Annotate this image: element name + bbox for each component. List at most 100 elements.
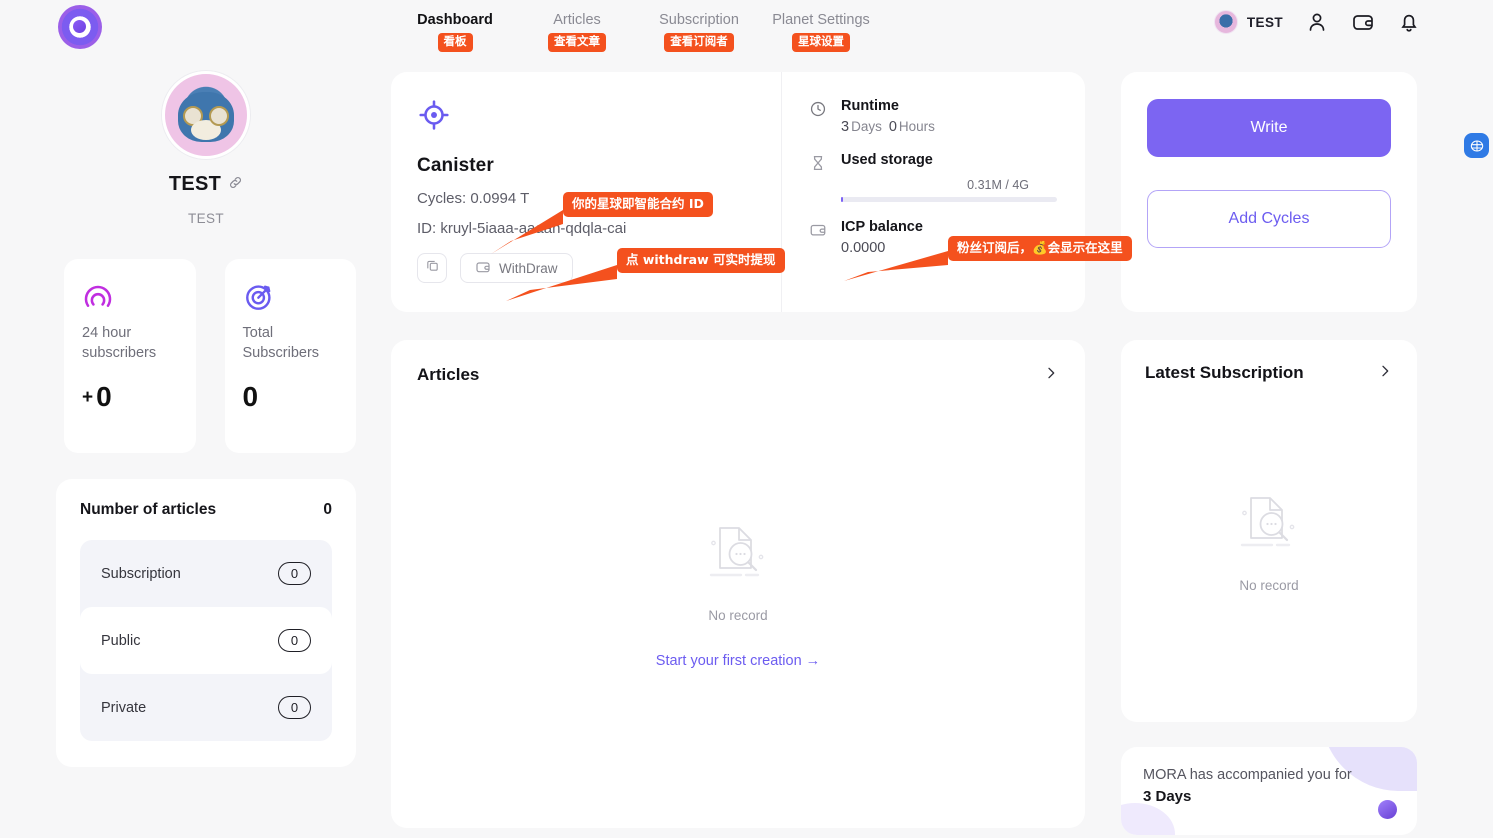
stat-number-24h: 0: [96, 381, 112, 412]
nav-item-planet-settings[interactable]: Planet Settings 星球设置: [760, 12, 882, 52]
nav-badge-articles: 查看文章: [548, 33, 606, 52]
actions-card: Write Add Cycles: [1121, 72, 1417, 312]
storage-row: Used storage 0.31M / 4G: [809, 152, 1057, 202]
subscription-empty-text: No record: [1239, 577, 1299, 593]
stat-card-24h-subscribers: 24 hour subscribers +0: [64, 259, 196, 453]
nav-label-planet-settings: Planet Settings: [772, 12, 870, 28]
article-type-count-private: 0: [278, 696, 311, 719]
list-item[interactable]: Subscription 0: [80, 540, 332, 607]
dashboard-page: Dashboard 看板 Articles 查看文章 Subscription …: [0, 0, 1493, 838]
profile-handle: TEST: [187, 211, 225, 226]
stat-cards: 24 hour subscribers +0 Total Subscribers…: [56, 259, 356, 453]
article-type-count-public: 0: [278, 629, 311, 652]
article-type-label-subscription: Subscription: [101, 565, 181, 582]
nav-item-subscription[interactable]: Subscription 查看订阅者: [638, 12, 760, 52]
write-button[interactable]: Write: [1147, 99, 1391, 157]
article-type-label-public: Public: [101, 632, 141, 649]
article-type-label-private: Private: [101, 699, 147, 716]
bell-icon[interactable]: [1397, 10, 1421, 34]
no-record-icon: [701, 513, 775, 592]
articles-empty-state: No record Start your first creation →: [417, 377, 1059, 804]
logo-orb-icon: [72, 19, 86, 33]
avatar-muzzle-icon: [191, 119, 221, 140]
runtime-value: 3 Days 0 Hours: [841, 119, 1057, 135]
header-user-name: TEST: [1246, 14, 1283, 30]
copy-button[interactable]: [417, 253, 447, 283]
runtime-days: 3: [841, 119, 850, 135]
wallet-icon: [809, 219, 828, 256]
mora-orb-icon: [1378, 800, 1397, 819]
profile-block: TEST TEST: [56, 62, 356, 226]
latest-subscription-card: Latest Subscription No record: [1121, 340, 1417, 722]
nav-label-articles: Articles: [553, 12, 601, 28]
stat-prefix-24h: +: [82, 387, 94, 408]
header-actions: TEST: [1213, 10, 1421, 34]
icp-balance-title: ICP balance: [841, 219, 923, 235]
add-cycles-button[interactable]: Add Cycles: [1147, 190, 1391, 248]
runtime-hours: 0: [888, 119, 897, 135]
right-sidebar: Write Add Cycles Latest Subscription No …: [1121, 72, 1417, 835]
nav-item-articles[interactable]: Articles 查看文章: [516, 12, 638, 52]
stat-label-24h-line2: subscribers: [82, 345, 157, 361]
stat-label-total-line1: Total: [242, 325, 274, 341]
nav-badge-dashboard: 看板: [437, 33, 473, 52]
mora-logo[interactable]: [58, 5, 102, 49]
header-user[interactable]: TEST: [1213, 10, 1283, 34]
stat-value-24h: +0: [82, 381, 178, 413]
avatar-face-icon: [178, 91, 234, 142]
number-of-articles-header: Number of articles 0: [80, 501, 332, 519]
avatar: [1213, 10, 1238, 34]
ring-arc-icon: [82, 281, 178, 323]
nav-label-dashboard: Dashboard: [417, 12, 493, 28]
runtime-days-unit: Days: [851, 119, 882, 134]
number-of-articles-panel: Number of articles 0 Subscription 0 Publ…: [56, 479, 356, 767]
copy-icon: [425, 258, 440, 278]
main-nav: Dashboard 看板 Articles 查看文章 Subscription …: [394, 12, 882, 52]
stat-label-total-line2: Subscribers: [242, 345, 320, 361]
number-of-articles-count: 0: [323, 501, 332, 518]
list-item[interactable]: Private 0: [80, 674, 332, 741]
center-column: Canister Cycles: 0.0994 T ID: kruyl-5iaa…: [391, 72, 1085, 828]
runtime-row: Runtime 3 Days 0 Hours: [809, 98, 1057, 135]
clock-icon: [809, 98, 828, 135]
number-of-articles-title: Number of articles: [80, 501, 217, 518]
mora-anniversary-card: MORA has accompanied you for 3 Days: [1121, 747, 1417, 835]
nav-item-dashboard[interactable]: Dashboard 看板: [394, 12, 516, 52]
storage-progress-fill: [841, 197, 844, 202]
nav-badge-subscription: 查看订阅者: [664, 33, 734, 52]
target-crosshair-icon: [417, 98, 781, 137]
callout-withdraw: 点 withdraw 可实时提现: [506, 248, 785, 301]
decorative-blob: [1121, 803, 1175, 835]
runtime-title: Runtime: [841, 98, 899, 114]
person-icon[interactable]: [1305, 10, 1329, 34]
nav-label-subscription: Subscription: [659, 12, 739, 28]
profile-name: TEST: [168, 173, 222, 195]
no-record-icon: [1232, 483, 1306, 562]
canister-title: Canister: [417, 155, 494, 176]
stat-value-total: 0: [242, 381, 259, 412]
nav-badge-planet-settings: 星球设置: [792, 33, 850, 52]
wallet-icon[interactable]: [1351, 10, 1375, 34]
stat-label-24h-line1: 24 hour: [82, 325, 132, 341]
article-type-count-subscription: 0: [278, 562, 311, 585]
left-sidebar: TEST TEST 24 hour subscribers + 0 Total …: [56, 62, 356, 767]
subscription-empty-state: No record: [1145, 375, 1393, 700]
callout-icp-balance: 粉丝订阅后，💰会显示在这里: [844, 236, 1132, 281]
profile-name-row: TEST: [169, 173, 243, 196]
start-first-creation-link[interactable]: Start your first creation →: [656, 653, 820, 669]
mora-message-line2: 3 Days: [1143, 788, 1192, 805]
stat-card-total-subscribers: Total Subscribers 0: [224, 259, 356, 453]
article-type-list: Subscription 0 Public 0 Private 0: [80, 540, 332, 741]
callout-canister-id: 你的星球即智能合约 ID: [491, 192, 713, 254]
brain-icon[interactable]: [1464, 133, 1489, 158]
profile-avatar[interactable]: [162, 71, 250, 159]
card-divider: [781, 72, 782, 312]
list-item[interactable]: Public 0: [80, 607, 332, 674]
link-icon[interactable]: [228, 175, 243, 195]
mora-message-line1: MORA has accompanied you for: [1143, 767, 1352, 783]
top-header: Dashboard 看板 Articles 查看文章 Subscription …: [0, 0, 1493, 62]
target-arrow-icon: [243, 281, 339, 323]
storage-title: Used storage: [841, 152, 933, 168]
storage-progress-bar: [841, 197, 1057, 202]
runtime-hours-unit: Hours: [898, 119, 935, 134]
